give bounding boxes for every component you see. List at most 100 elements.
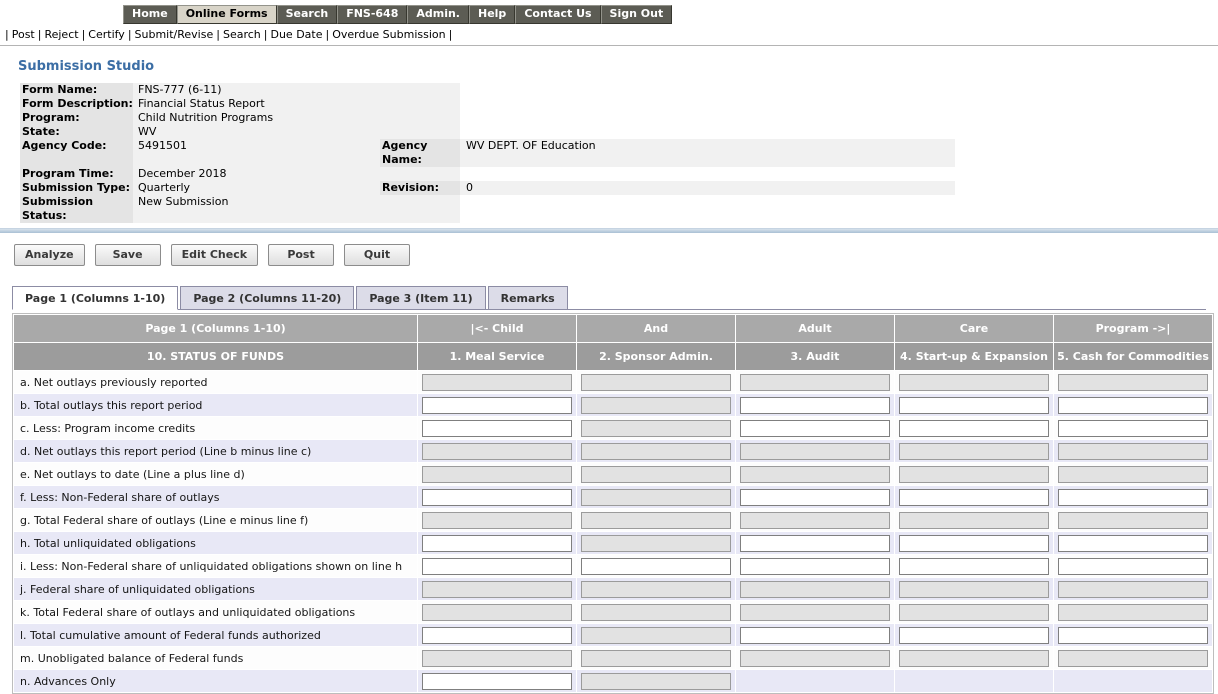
grid-input[interactable] [1058, 557, 1208, 575]
info-value: 5491501 [133, 139, 380, 167]
nav-button-home[interactable]: Home [123, 5, 177, 24]
nav-button-admin[interactable]: Admin. [407, 5, 469, 24]
grid-input[interactable] [1058, 534, 1208, 552]
grid-input [899, 442, 1049, 460]
grid-input[interactable] [740, 488, 890, 506]
nav-button-search[interactable]: Search [276, 5, 338, 24]
grid-cell [1054, 417, 1212, 439]
grid-input[interactable] [899, 488, 1049, 506]
grid-cell [1054, 509, 1212, 531]
grid-input[interactable] [422, 488, 572, 506]
post-button[interactable]: Post [268, 244, 335, 266]
grid-cell [577, 371, 735, 393]
grid-input[interactable] [899, 396, 1049, 414]
grid-input[interactable] [740, 626, 890, 644]
info-label [380, 195, 460, 223]
grid-cell [577, 624, 735, 646]
grid-cell [418, 440, 576, 462]
quit-button[interactable]: Quit [344, 244, 411, 266]
grid-cell [418, 532, 576, 554]
grid-cell [736, 578, 894, 600]
info-value: WV [133, 125, 380, 139]
nav-button-contact-us[interactable]: Contact Us [515, 5, 601, 24]
nav-button-online-forms[interactable]: Online Forms [176, 5, 277, 24]
menu-link-submit-revise[interactable]: Submit/Revise [134, 28, 215, 41]
grid-input [422, 511, 572, 529]
grid-input[interactable] [740, 557, 890, 575]
row-label: b. Total outlays this report period [14, 394, 417, 416]
grid-cell [418, 670, 576, 692]
tab-remarks[interactable]: Remarks [487, 286, 568, 310]
grid-input [581, 672, 731, 690]
menu-link-certify[interactable]: Certify [87, 28, 126, 41]
grid-cell [736, 417, 894, 439]
tab-page-1-columns-1-10[interactable]: Page 1 (Columns 1-10) [12, 286, 179, 310]
grid-input[interactable] [740, 396, 890, 414]
nav-button-help[interactable]: Help [469, 5, 516, 24]
grid-input[interactable] [422, 672, 572, 690]
menu-link-overdue-submission[interactable]: Overdue Submission [331, 28, 446, 41]
menu-link-post[interactable]: Post [11, 28, 36, 41]
grid-input[interactable] [740, 419, 890, 437]
info-value: FNS-777 (6-11) [133, 83, 380, 97]
grid-cell [1054, 555, 1212, 577]
grid-cell [895, 394, 1053, 416]
info-label: Program Time: [20, 167, 133, 181]
grid-cell [577, 578, 735, 600]
grid-input[interactable] [1058, 419, 1208, 437]
form-info-row: Submission Status: New Submission [20, 195, 955, 223]
save-button[interactable]: Save [94, 244, 161, 266]
grid-cell [418, 486, 576, 508]
form-info-row: Form Name: FNS-777 (6-11) [20, 83, 955, 97]
grid-cell [895, 647, 1053, 669]
menu-link-search[interactable]: Search [222, 28, 262, 41]
grid-input [740, 603, 890, 621]
grid-input [740, 442, 890, 460]
grid-input[interactable] [422, 534, 572, 552]
grid-input[interactable] [899, 534, 1049, 552]
row-label: m. Unobligated balance of Federal funds [14, 647, 417, 669]
menu-link-reject[interactable]: Reject [43, 28, 79, 41]
info-value [460, 97, 955, 111]
menu-link-due-date[interactable]: Due Date [269, 28, 323, 41]
grid-input[interactable] [899, 419, 1049, 437]
grid-cell [1054, 371, 1212, 393]
menu-bar: | Post | Reject | Certify | Submit/Revise | Searc… [0, 24, 1218, 46]
grid-input[interactable] [422, 626, 572, 644]
grid-input[interactable] [581, 557, 731, 575]
analyze-button[interactable]: Analyze [14, 244, 85, 266]
grid-input [1058, 649, 1208, 667]
edit-check-button[interactable]: Edit Check [170, 244, 259, 266]
info-value [460, 167, 955, 181]
grid-cell [418, 555, 576, 577]
grid-input[interactable] [422, 419, 572, 437]
grid-input [581, 442, 731, 460]
grid-input [1058, 442, 1208, 460]
info-label: State: [20, 125, 133, 139]
grid-cell [895, 463, 1053, 485]
grid-input [422, 442, 572, 460]
nav-button-sign-out[interactable]: Sign Out [600, 5, 673, 24]
grid-input [1058, 580, 1208, 598]
grid-input[interactable] [1058, 626, 1208, 644]
grid-input[interactable] [740, 534, 890, 552]
grid-cell [895, 555, 1053, 577]
grid-input [899, 580, 1049, 598]
grid-cell [418, 647, 576, 669]
nav-button-fns-648[interactable]: FNS-648 [337, 5, 408, 24]
grid-input[interactable] [422, 396, 572, 414]
grid-input[interactable] [1058, 488, 1208, 506]
grid-row: m. Unobligated balance of Federal funds [14, 647, 1212, 669]
grid-cell [895, 440, 1053, 462]
grid-input[interactable] [899, 626, 1049, 644]
grid-input[interactable] [899, 557, 1049, 575]
grid-header-cell: And [577, 315, 735, 342]
grid-input [422, 465, 572, 483]
grid-cell [1054, 601, 1212, 623]
tab-page-3-item-11[interactable]: Page 3 (Item 11) [356, 286, 486, 310]
grid-input[interactable] [1058, 396, 1208, 414]
grid-input[interactable] [422, 557, 572, 575]
info-value: New Submission [133, 195, 380, 223]
grid-input [422, 649, 572, 667]
tab-page-2-columns-11-20[interactable]: Page 2 (Columns 11-20) [180, 286, 355, 310]
